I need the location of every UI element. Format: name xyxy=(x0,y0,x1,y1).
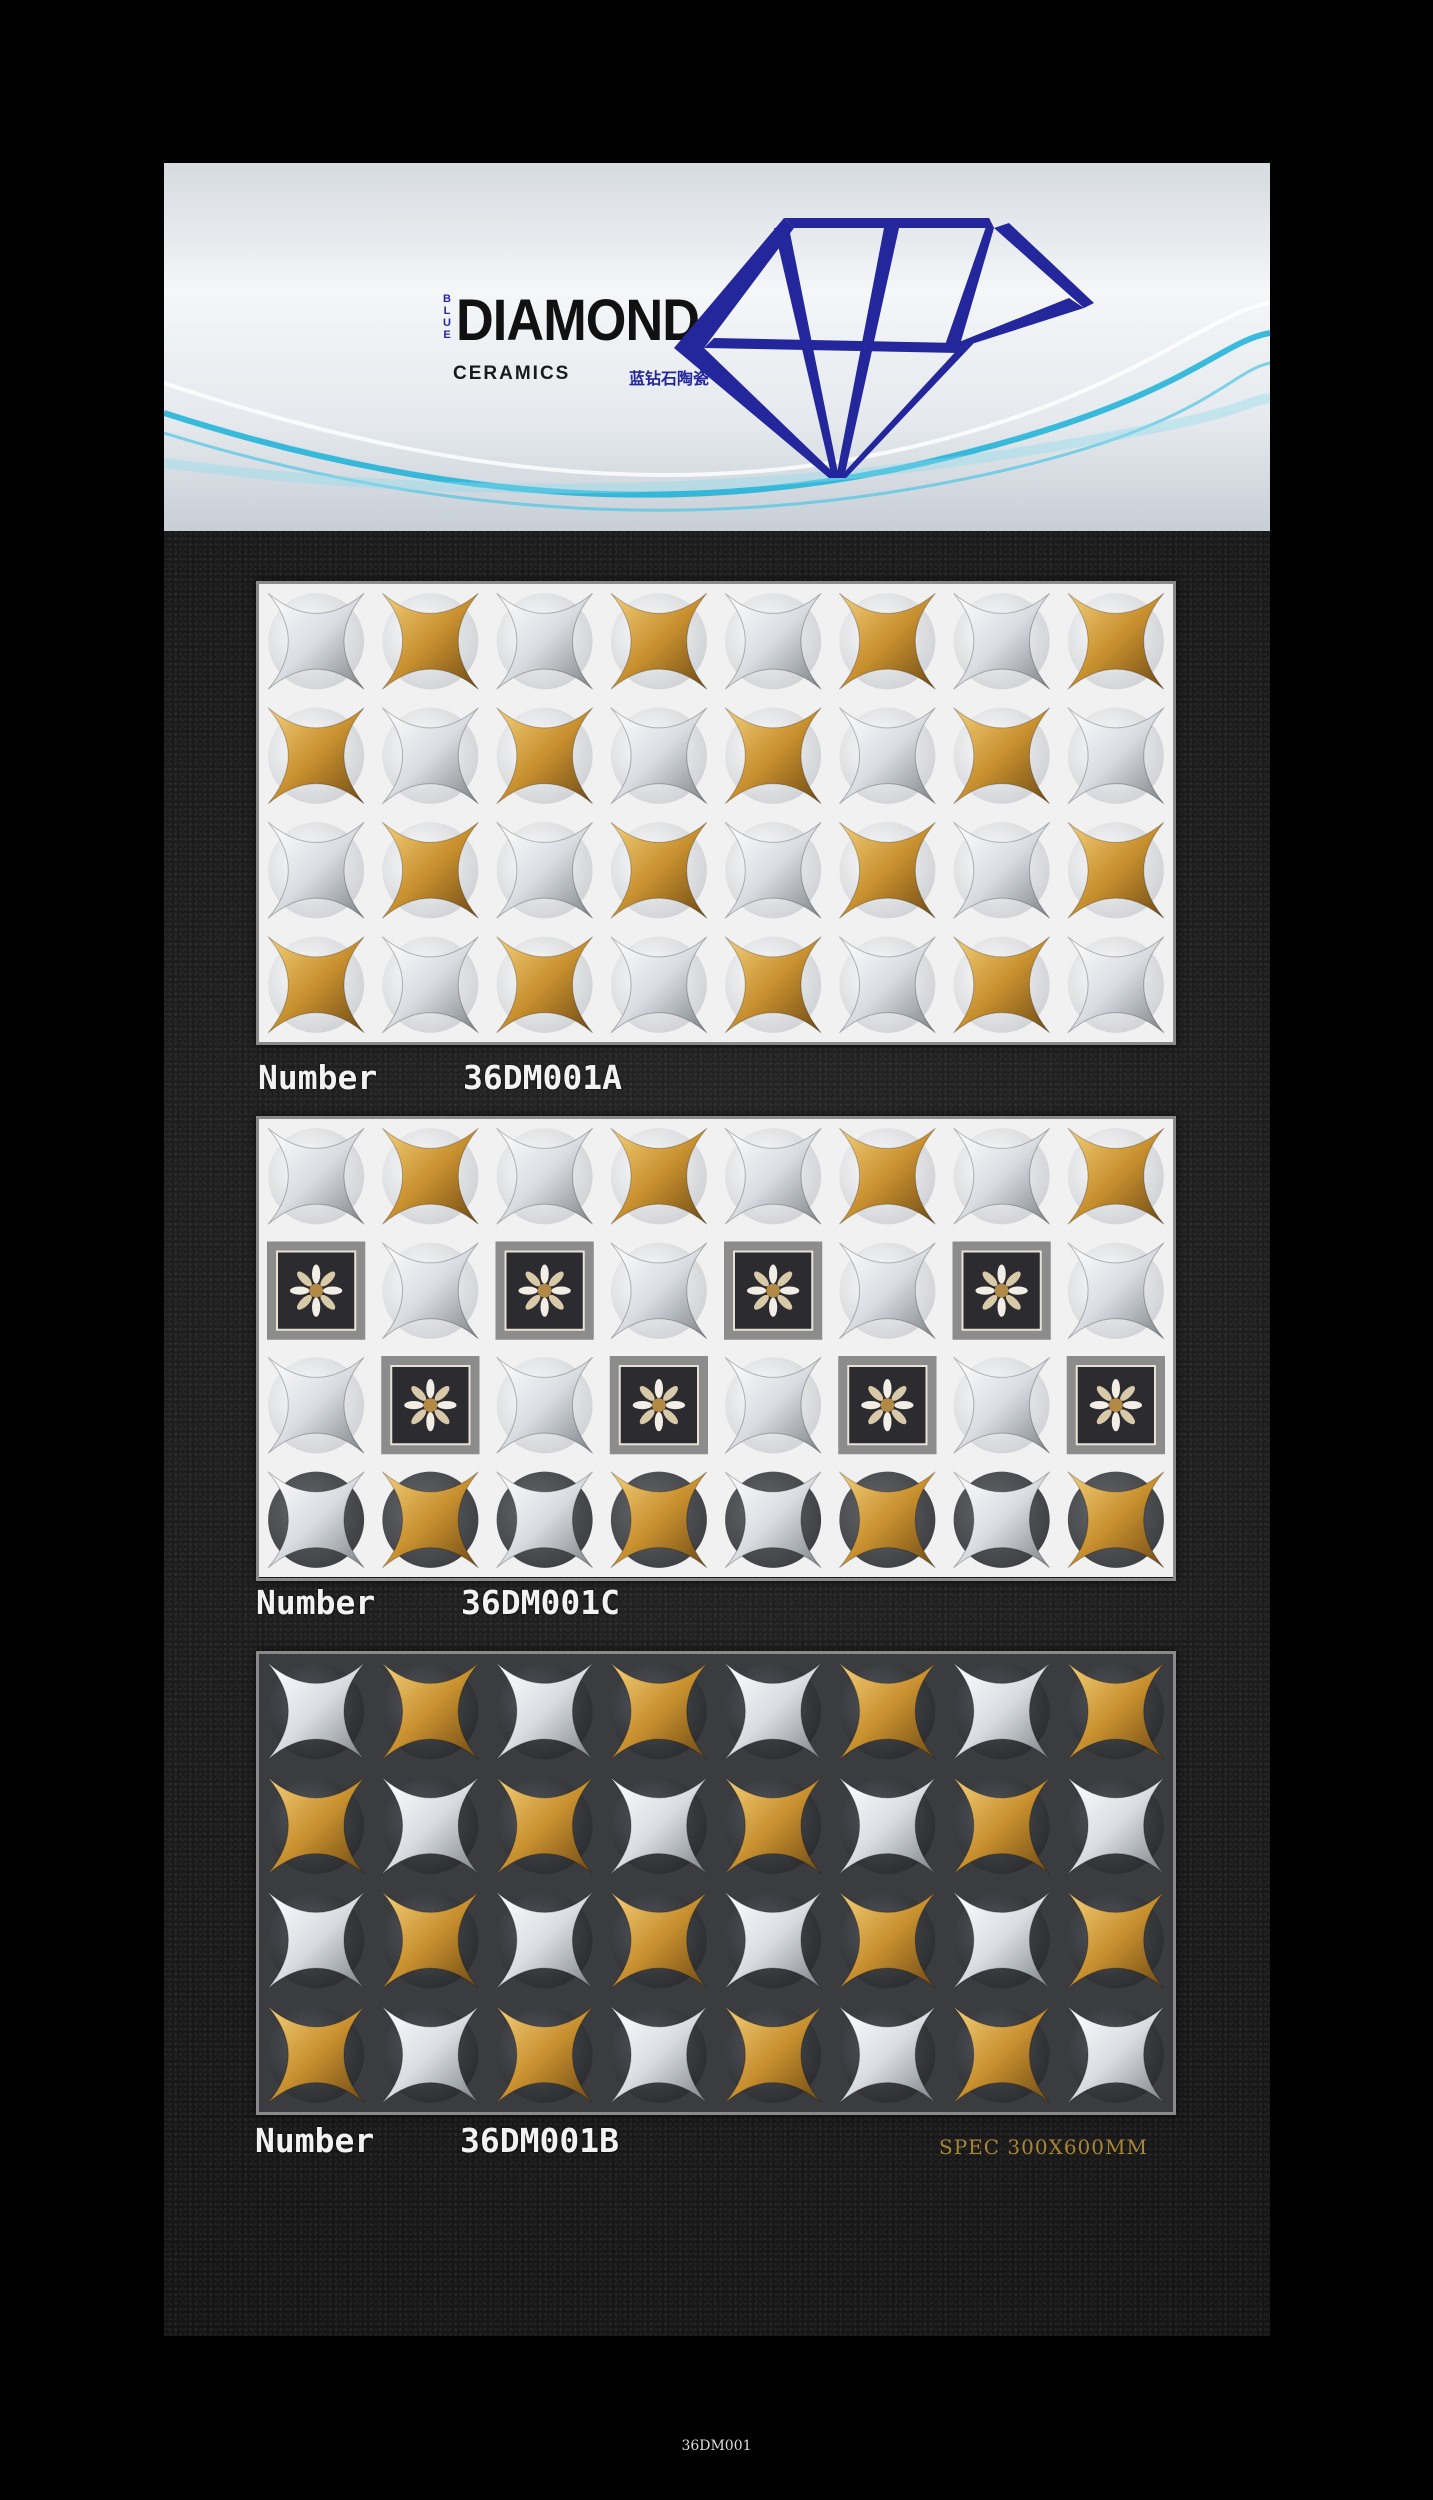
tile-sample-36dm001b xyxy=(256,1651,1176,2115)
tile-label-36dm001c: Number 36DM001C xyxy=(256,1583,620,1622)
tile-sample-36dm001a xyxy=(256,581,1176,1045)
diamond-logo-icon xyxy=(674,218,1094,478)
tile-sample-36dm001c xyxy=(256,1116,1176,1581)
tile-code: 36DM001B xyxy=(460,2121,619,2160)
decor-inset xyxy=(952,1241,1051,1340)
decor-inset xyxy=(838,1356,937,1455)
tile-code: 36DM001A xyxy=(463,1058,622,1097)
decor-inset xyxy=(267,1241,366,1340)
logo-blue-vertical: B L U E xyxy=(443,293,451,341)
spec-text: SPEC 300X600MM xyxy=(939,2135,1148,2159)
decor-inset xyxy=(609,1356,708,1455)
logo-subtitle: CERAMICS xyxy=(453,363,571,384)
number-label: Number xyxy=(256,1583,376,1622)
decor-inset xyxy=(724,1241,823,1340)
tile-label-36dm001b: Number 36DM001B xyxy=(255,2121,619,2160)
decor-inset xyxy=(381,1356,480,1455)
tile-code: 36DM001C xyxy=(461,1583,620,1622)
decor-inset xyxy=(1066,1356,1165,1455)
tile-label-36dm001a: Number 36DM001A xyxy=(258,1058,622,1097)
number-label: Number xyxy=(255,2121,375,2160)
number-label: Number xyxy=(258,1058,378,1097)
catalog-board: B L U E DIAMOND CERAMICS 蓝钻石陶瓷 Number 36… xyxy=(164,163,1270,2336)
footer-code: 36DM001 xyxy=(681,2438,752,2454)
decor-inset xyxy=(495,1241,594,1340)
brand-banner: B L U E DIAMOND CERAMICS 蓝钻石陶瓷 xyxy=(164,163,1270,531)
